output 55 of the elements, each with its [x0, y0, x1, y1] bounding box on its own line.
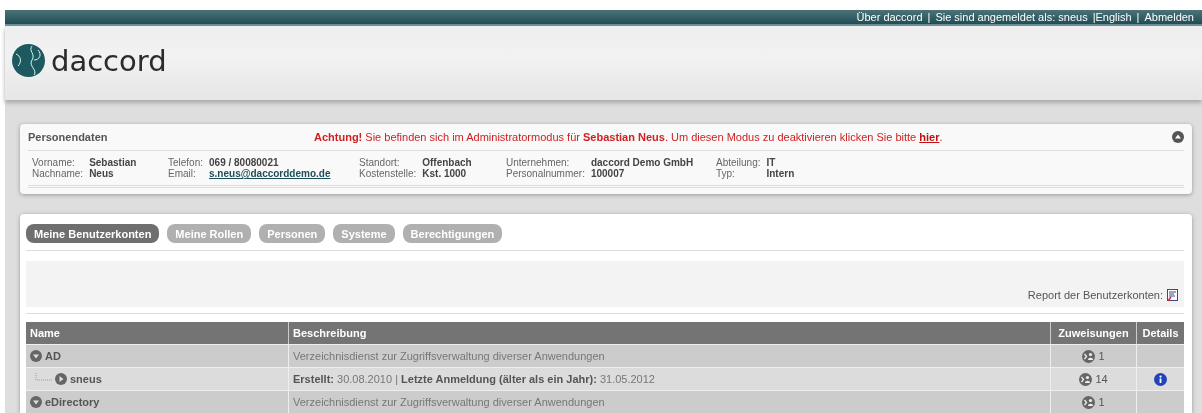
globe-logo-icon: [12, 44, 45, 77]
info-icon[interactable]: [1154, 372, 1167, 386]
assignment-count: 14: [1095, 373, 1108, 385]
assignment-icon[interactable]: [1079, 372, 1093, 386]
column-header: Zuweisungen: [1050, 322, 1136, 344]
nav-text: |English: [1092, 11, 1132, 23]
field-value: 069 / 80080021: [209, 157, 280, 168]
field-value: Sebastian: [89, 157, 137, 168]
report-icon[interactable]: [1167, 289, 1178, 301]
field-label: Personalnummer:: [506, 168, 585, 179]
field-value: daccord Demo GmbH: [590, 157, 694, 168]
field-value: IT: [766, 157, 777, 168]
assignment-count: 1: [1098, 396, 1105, 408]
account-name[interactable]: AD: [45, 350, 61, 362]
field-label: Typ:: [716, 168, 735, 179]
report-label: Report der Benutzerkonten:: [1027, 289, 1163, 301]
table-row[interactable]: AD Verzeichnisdienst zur Zugriffsverwaltung diverser Anwendungen 1: [26, 344, 1184, 367]
description: Verzeichnisdienst zur Zugriffsverwaltung diverser Anwendungen: [293, 350, 605, 362]
field-label: Unternehmen:: [506, 157, 571, 168]
column-header: Name: [26, 322, 288, 344]
field-value: Neus: [89, 168, 115, 179]
field-value: 100007: [590, 168, 626, 179]
nav-text: Abmelden: [1144, 11, 1194, 23]
field-label: Standort:: [359, 157, 401, 168]
field-label: Abteilung:: [716, 157, 761, 168]
description: Verzeichnisdienst zur Zugriffsverwaltung diverser Anwendungen: [293, 396, 605, 408]
field-label: Kostenstelle:: [359, 168, 417, 179]
email-link[interactable]: s.neus@daccorddemo.de: [209, 168, 331, 179]
field-label: Telefon:: [168, 157, 204, 168]
assignment-icon[interactable]: [1082, 395, 1096, 409]
admin-notice: Achtung! Sie befinden sich im Administratormodus für Sebastian Neus. Um diesen Modus zu deaktivieren klicken Sie bitte hier.: [314, 131, 944, 143]
nav-text: |: [1136, 11, 1140, 23]
column-header: Beschreibung: [288, 322, 1050, 344]
field-label: Email:: [168, 168, 197, 179]
logo-text: daccord: [51, 44, 167, 78]
assignment-icon[interactable]: [1082, 349, 1096, 363]
collapse-icon[interactable]: [1172, 131, 1184, 143]
nav-text: Über daccord: [856, 11, 923, 23]
tab[interactable]: Meine Benutzerkonten: [26, 224, 160, 243]
description: Erstellt: 30.08.2010 | Letzte Anmeldung (älter als ein Jahr): 31.05.2012: [293, 373, 655, 385]
account-name[interactable]: eDirectory: [45, 396, 100, 408]
column-header: Details: [1136, 322, 1184, 344]
field-label: Vorname:: [32, 157, 76, 168]
field-label: Nachname:: [32, 168, 84, 179]
deactivate-link[interactable]: hier: [919, 131, 940, 143]
account-name[interactable]: sneus: [70, 373, 102, 385]
assignment-count: 1: [1098, 350, 1105, 362]
nav-text: Sie sind angemeldet als: sneus: [935, 11, 1088, 23]
field-value: Kst. 1000: [422, 168, 468, 179]
field-value: Offenbach: [422, 157, 472, 168]
table-row[interactable]: eDirectory Verzeichnisdienst zur Zugriffsverwaltung diverser Anwendungen 1: [26, 390, 1184, 413]
panel-title: Personendaten: [28, 131, 109, 143]
field-value: Intern: [766, 168, 795, 179]
nav-text: |: [927, 11, 931, 23]
table-row[interactable]: sneus Erstellt: 30.08.2010 | Letzte Anmeldung (älter als ein Jahr): 31.05.2012 14: [26, 367, 1184, 390]
